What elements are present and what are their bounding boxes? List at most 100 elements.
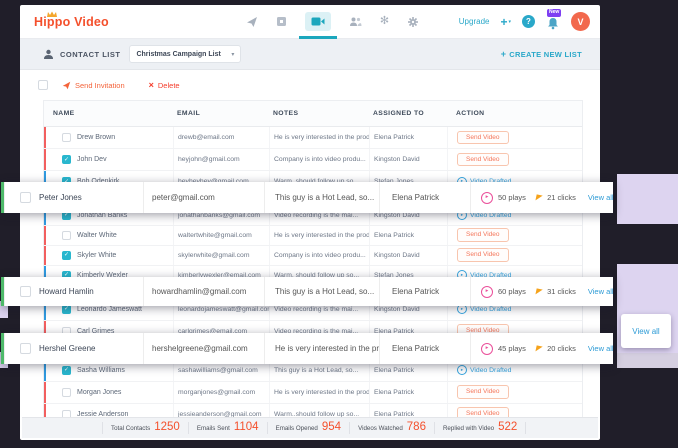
add-new-button[interactable]: +▾ — [500, 15, 511, 29]
table-row[interactable]: ✓Skyler Whiteskylerwhite@gmail.comCompan… — [44, 246, 582, 266]
tab-contacts[interactable] — [340, 5, 371, 38]
contact-notes: He is very interested in the prod... — [269, 127, 369, 148]
bell-icon — [547, 17, 559, 30]
name-cell: ✓ John Dev — [44, 149, 173, 170]
tab-integrations[interactable]: ✻ — [371, 5, 398, 38]
create-new-list-label: CREATE NEW LIST — [509, 50, 582, 59]
contact-email: hershelgreene@gmail.com — [143, 333, 264, 364]
footer-stat: Total Contacts1250 — [102, 422, 188, 434]
contact-name: Sasha Williams — [77, 367, 125, 374]
footer-stat: Replied with Video522 — [434, 422, 526, 434]
contact-assigned: Kingston David — [369, 246, 447, 265]
footer-stat-value: 786 — [407, 422, 426, 434]
send-video-button[interactable]: Send Video — [457, 153, 509, 167]
send-video-button[interactable]: Send Video — [457, 131, 509, 145]
contact-email: howardhamlin@gmail.com — [143, 277, 264, 306]
contact-name: Howard Hamlin — [39, 287, 94, 296]
clicks-cursor-icon: ◤ — [535, 287, 543, 296]
contact-name: John Dev — [77, 156, 107, 163]
footer-stat: Emails Sent1104 — [188, 422, 267, 434]
contact-notes: He is very interested in the prod... — [264, 333, 379, 364]
footer-stat-label: Total Contacts — [111, 425, 150, 432]
plays-icon: ▸ — [481, 343, 493, 355]
contact-email: skylerwhite@gmail.com — [173, 246, 269, 265]
plays-count: 45 plays — [498, 344, 526, 353]
row-checkbox[interactable]: ✓ — [62, 251, 71, 260]
contact-email: morganjones@gmail.com — [173, 382, 269, 403]
clicks-count: 21 clicks — [547, 193, 576, 202]
send-video-button[interactable]: Send Video — [457, 248, 509, 262]
close-icon: × — [149, 81, 154, 90]
contact-list-label: CONTACT LIST — [60, 50, 120, 59]
footer-stat-label: Videos Watched — [358, 425, 403, 432]
row-checkbox[interactable]: ✓ — [62, 366, 71, 375]
contact-notes: Company is into video produ... — [269, 246, 369, 265]
list-toolbar: Send Invitation × Delete — [20, 70, 600, 100]
play-circle-icon: ▸ — [457, 365, 467, 375]
delete-button[interactable]: × Delete — [149, 81, 180, 90]
action-cell: ▸45 plays◤20 clicksView all — [470, 333, 613, 364]
new-badge: New — [547, 9, 561, 17]
plays-icon: ▸ — [481, 286, 493, 298]
table-row-popped[interactable]: Hershel Greenehershelgreene@gmail.comHe … — [1, 333, 613, 364]
name-cell: ✓Skyler White — [44, 246, 173, 265]
row-checkbox[interactable] — [62, 133, 71, 142]
campaign-list-dropdown-value: Christmas Campaign List — [136, 51, 220, 58]
row-checkbox[interactable] — [62, 388, 71, 397]
tab-settings[interactable] — [398, 5, 428, 38]
view-all-popover[interactable]: View all — [621, 314, 671, 348]
row-color-bar — [44, 127, 46, 148]
table-row[interactable]: Morgan Jonesmorganjones@gmail.comHe is v… — [44, 382, 582, 404]
send-invitation-label: Send Invitation — [75, 81, 125, 90]
notifications-bell[interactable]: New — [546, 14, 560, 30]
row-checkbox[interactable] — [62, 231, 71, 240]
action-cell: ▸60 plays◤31 clicksView all — [470, 277, 613, 306]
send-video-button[interactable]: Send Video — [457, 385, 509, 399]
contact-email: drewb@email.com — [173, 127, 269, 148]
screenshot-stage: View all Hippo Video — [0, 0, 678, 448]
view-all-link[interactable]: View all — [588, 193, 613, 202]
send-video-button[interactable]: Send Video — [457, 228, 509, 242]
row-checkbox[interactable] — [20, 343, 31, 354]
contact-name: Morgan Jones — [77, 389, 121, 396]
caret-down-icon: ▾ — [231, 51, 234, 58]
nav-tabs: ✻ — [237, 5, 428, 38]
upgrade-link[interactable]: Upgrade — [459, 17, 490, 26]
tab-send[interactable] — [237, 5, 267, 38]
user-avatar[interactable]: V — [571, 12, 590, 31]
help-button[interactable]: ? — [522, 15, 535, 28]
plus-icon: + — [500, 15, 507, 29]
action-cell: Send Video — [447, 246, 582, 265]
stats-footer: Total Contacts1250Emails Sent1104Emails … — [22, 417, 598, 438]
row-checkbox[interactable]: ✓ — [62, 155, 71, 164]
contact-email: heyjohn@gmail.com — [173, 149, 269, 170]
view-all-link[interactable]: View all — [588, 344, 613, 353]
row-checkbox[interactable] — [20, 192, 31, 203]
name-cell: Howard Hamlin — [4, 277, 143, 306]
plus-icon: + — [501, 49, 507, 59]
view-all-popover-label[interactable]: View all — [632, 327, 659, 336]
table-row-popped[interactable]: Peter Jonespeter@gmail.comThis guy is a … — [1, 182, 613, 213]
video-drafted-label: Video Drafted — [470, 367, 511, 374]
table-row[interactable]: ✓John Devheyjohn@gmail.comCompany is int… — [44, 149, 582, 171]
campaign-list-dropdown[interactable]: Christmas Campaign List ▾ — [129, 45, 241, 63]
tab-library[interactable] — [267, 5, 296, 38]
name-cell: Peter Jones — [4, 182, 143, 213]
send-invitation-button[interactable]: Send Invitation — [62, 81, 125, 90]
hippo-video-logo[interactable]: Hippo Video — [34, 15, 109, 29]
view-all-link[interactable]: View all — [588, 287, 613, 296]
users-icon — [349, 16, 362, 27]
delete-label: Delete — [158, 81, 180, 90]
name-cell: Morgan Jones — [44, 382, 173, 403]
tab-videos-active[interactable] — [296, 5, 340, 38]
table-row[interactable]: Walter Whitewaltertwhite@gmail.comHe is … — [44, 226, 582, 246]
table-row[interactable]: Drew Browndrewb@email.comHe is very inte… — [44, 127, 582, 149]
table-row-popped[interactable]: Howard Hamlinhowardhamlin@gmail.comThis … — [1, 277, 613, 306]
select-all-checkbox[interactable] — [38, 80, 48, 90]
row-checkbox[interactable] — [20, 286, 31, 297]
paper-plane-icon — [62, 81, 71, 90]
footer-stat-label: Emails Sent — [197, 425, 230, 432]
column-header: NOTES — [269, 110, 369, 117]
create-new-list-button[interactable]: + CREATE NEW LIST — [501, 49, 582, 59]
action-cell: Send Video — [447, 149, 582, 170]
